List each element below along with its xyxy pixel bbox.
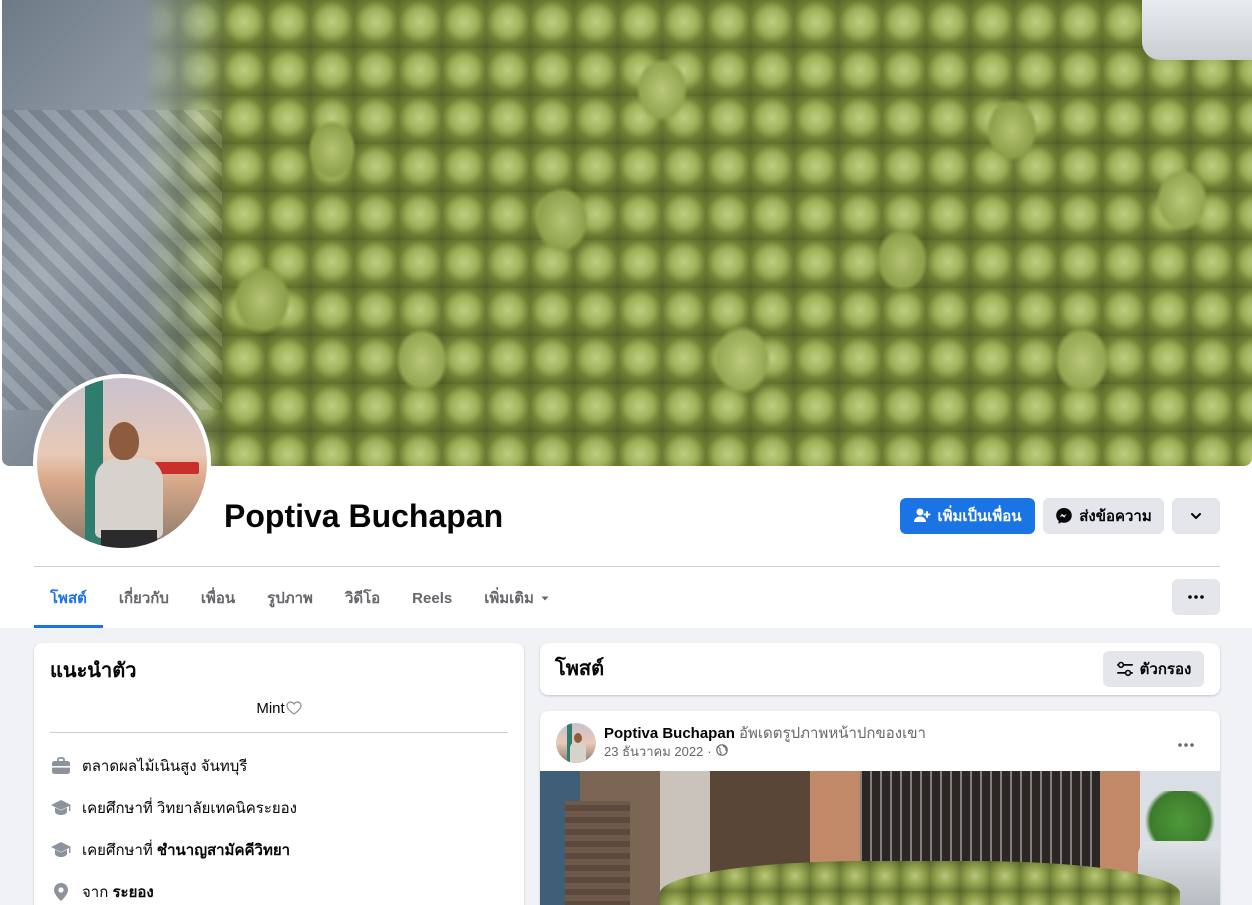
- intro-hometown-prefix: จาก: [82, 884, 113, 901]
- ellipsis-icon: [1178, 734, 1194, 752]
- intro-education: เคยศึกษาที่ วิทยาลัยเทคนิคระยอง: [50, 787, 508, 829]
- post-meta-separator: ·: [707, 744, 712, 759]
- tab-friends-label: เพื่อน: [200, 590, 236, 607]
- profile-picture-image: [37, 378, 207, 548]
- add-friend-icon: [913, 507, 931, 525]
- post-author-avatar[interactable]: [556, 723, 596, 763]
- filter-button[interactable]: ตัวกรอง: [1103, 651, 1204, 687]
- post-date[interactable]: 23 ธันวาคม 2022: [604, 744, 703, 760]
- post-photo[interactable]: [540, 771, 1220, 905]
- tab-videos[interactable]: วิดีโอ: [329, 568, 396, 628]
- chevron-down-icon: [1189, 509, 1203, 523]
- intro-hometown-text: ระยอง: [112, 884, 154, 901]
- tab-photos[interactable]: รูปภาพ: [251, 568, 329, 628]
- cover-car: [1142, 0, 1252, 60]
- intro-bio-text: Mint: [256, 700, 285, 717]
- intro-title: แนะนำตัว: [50, 660, 137, 682]
- tab-about-label: เกี่ยวกับ: [118, 590, 169, 607]
- profile-header: Poptiva Buchapan เพิ่มเป็นเพื่อน ส่งข้อค…: [0, 0, 1252, 628]
- intro-details: ตลาดผลไม้เนินสูง จันทบุรี เคยศึกษาที่ วิ…: [50, 745, 508, 905]
- intro-education: เคยศึกษาที่ ชำนาญสามัคคีวิทยา: [50, 829, 508, 871]
- filter-sliders-icon: [1116, 661, 1134, 677]
- intro-bio: Mint: [50, 699, 508, 721]
- caret-down-icon: [540, 590, 550, 607]
- tabs-more-options-button[interactable]: [1172, 579, 1220, 615]
- posts-title: โพสต์: [555, 658, 605, 680]
- tab-posts-label: โพสต์: [50, 590, 87, 607]
- graduation-cap-icon: [50, 839, 72, 861]
- tab-photos-label: รูปภาพ: [267, 590, 313, 607]
- message-label: ส่งข้อความ: [1079, 508, 1152, 525]
- add-friend-label: เพิ่มเป็นเพื่อน: [937, 508, 1022, 525]
- location-pin-icon: [50, 881, 72, 903]
- posts-header-card: โพสต์ ตัวกรอง: [540, 643, 1220, 695]
- intro-education-text: ชำนาญสามัคคีวิทยา: [156, 842, 291, 859]
- intro-card: แนะนำตัว Mint ตลาดผลไม้เนินสูง จันทบุรี …: [34, 643, 524, 905]
- intro-hometown: จาก ระยอง: [50, 871, 508, 905]
- post-author-line: Poptiva Buchapan อัพเดตรูปภาพหน้าปกของเข…: [604, 724, 926, 744]
- tab-reels-label: Reels: [412, 589, 453, 607]
- heart-icon: [286, 701, 302, 721]
- cover-photo[interactable]: [2, 0, 1252, 466]
- ellipsis-icon: [1188, 595, 1204, 599]
- profile-options-button[interactable]: [1172, 498, 1220, 534]
- briefcase-icon: [50, 755, 72, 777]
- post-meta: 23 ธันวาคม 2022 ·: [604, 744, 728, 760]
- message-button[interactable]: ส่งข้อความ: [1043, 498, 1164, 534]
- messenger-icon: [1055, 507, 1073, 525]
- post-author-name[interactable]: Poptiva Buchapan: [604, 725, 735, 742]
- tab-more[interactable]: เพิ่มเติม: [468, 568, 566, 628]
- add-friend-button[interactable]: เพิ่มเป็นเพื่อน: [900, 498, 1035, 534]
- post: Poptiva Buchapan อัพเดตรูปภาพหน้าปกของเข…: [540, 711, 1220, 905]
- profile-name: Poptiva Buchapan: [224, 498, 504, 534]
- cover-floor-tiles: [2, 110, 222, 410]
- intro-education-text: วิทยาลัยเทคนิคระยอง: [156, 800, 297, 817]
- profile-tabs: โพสต์ เกี่ยวกับ เพื่อน รูปภาพ วิดีโอ Ree…: [34, 568, 566, 628]
- intro-education-prefix: เคยศึกษาที่: [82, 800, 157, 817]
- globe-icon[interactable]: [715, 744, 728, 760]
- graduation-cap-icon: [50, 797, 72, 819]
- intro-work-text: ตลาดผลไม้เนินสูง จันทบุรี: [82, 758, 248, 775]
- tab-videos-label: วิดีโอ: [344, 590, 381, 607]
- profile-picture[interactable]: [33, 374, 211, 552]
- header-divider: [34, 566, 1220, 567]
- tab-reels[interactable]: Reels: [396, 568, 468, 628]
- tab-friends[interactable]: เพื่อน: [185, 568, 251, 628]
- tab-more-label: เพิ่มเติม: [484, 590, 534, 607]
- intro-education-prefix: เคยศึกษาที่: [82, 842, 157, 859]
- intro-work: ตลาดผลไม้เนินสูง จันทบุรี: [50, 745, 508, 787]
- tab-posts[interactable]: โพสต์: [34, 568, 103, 628]
- tab-about[interactable]: เกี่ยวกับ: [103, 568, 185, 628]
- post-options-button[interactable]: [1168, 725, 1204, 761]
- intro-divider: [50, 732, 508, 733]
- filter-label: ตัวกรอง: [1139, 661, 1192, 678]
- post-action-text: อัพเดตรูปภาพหน้าปกของเขา: [739, 725, 926, 742]
